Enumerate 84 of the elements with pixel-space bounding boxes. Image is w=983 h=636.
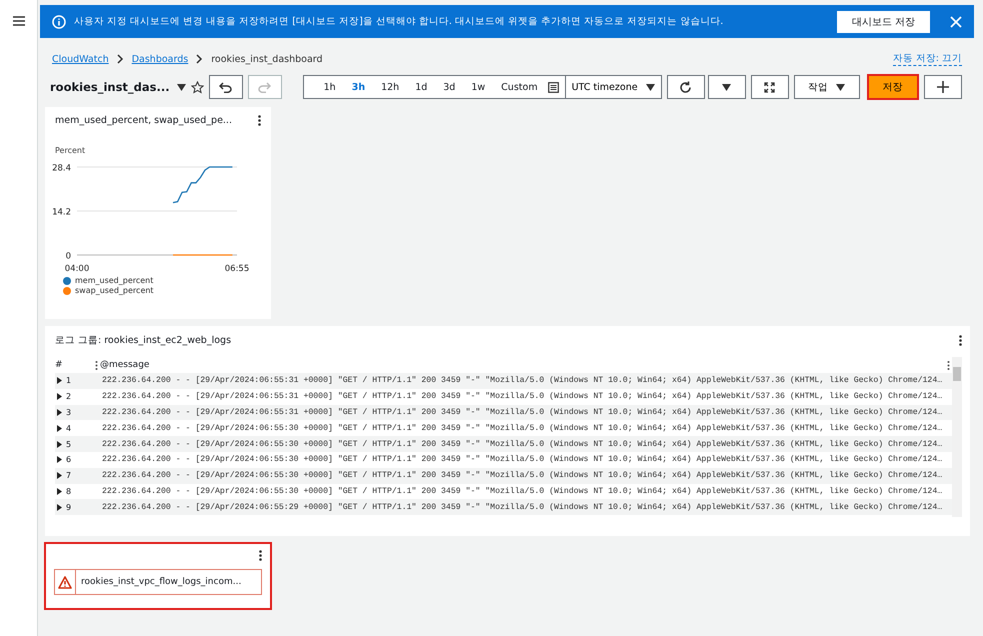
row-number: 8 — [66, 486, 72, 496]
expand-row-icon[interactable] — [57, 472, 63, 480]
refresh-options-button[interactable] — [708, 75, 746, 99]
banner-message: 사용자 지정 대시보드에 변경 내용을 저장하려면 [대시보드 저장]을 선택해야 합니다. 대시보드에 위젯을 추가하면 자동으로 저장되지는 않습니다. — [74, 15, 724, 28]
fullscreen-button[interactable] — [750, 75, 789, 99]
column-handle-icon[interactable] — [95, 360, 98, 370]
info-icon — [52, 14, 66, 28]
caret-icon — [722, 84, 732, 90]
more-icon[interactable] — [959, 335, 962, 346]
save-dashboard-button[interactable]: 대시보드 저장 — [836, 10, 930, 32]
column-header: @message — [100, 360, 150, 370]
autosave-toggle[interactable]: 자동 저장: 끄기 — [892, 52, 962, 66]
expand-row-icon[interactable] — [57, 488, 63, 495]
chevron-icon — [116, 54, 124, 64]
breadcrumb-current: rookies_inst_dashboard — [211, 54, 323, 64]
expand-row-icon[interactable] — [57, 408, 63, 416]
time-range-option[interactable]: 1d — [407, 82, 436, 92]
caret-icon[interactable] — [176, 84, 186, 90]
time-range-option[interactable]: Custom — [493, 82, 546, 92]
y-tick-label: 0 — [66, 252, 71, 262]
caret-icon — [646, 84, 655, 90]
log-message: 222.236.64.200 - - [29/Apr/2024:06:55:30 +0000] "GET / HTTP/1.1" 200 3459 "-" "Mozilla/5.0 (Windows NT 10.0; Win64; x64) AppleWebKit/537.36 (KHTML, like Gecko) Chrome/124… — [102, 424, 942, 433]
error-message: rookies_inst_vpc_flow_logs_incom... — [80, 576, 242, 589]
log-message: 222.236.64.200 - - [29/Apr/2024:06:55:30 +0000] "GET / HTTP/1.1" 200 3459 "-" "Mozilla/5.0 (Windows NT 10.0; Win64; x64) AppleWebKit/537.36 (KHTML, like Gecko) Chrome/124… — [102, 471, 942, 480]
refresh-button[interactable] — [666, 75, 705, 99]
dashboard-title: rookies_inst_das... — [50, 80, 170, 94]
row-number: 6 — [66, 455, 72, 464]
time-range-option[interactable]: 1w — [463, 82, 494, 92]
menu-icon[interactable] — [12, 16, 24, 26]
legend-label: mem_used_percent — [75, 276, 154, 285]
chevron-icon — [196, 54, 204, 64]
row-number: 3 — [66, 408, 72, 417]
star-icon[interactable] — [190, 80, 204, 94]
log-message: 222.236.64.200 - - [29/Apr/2024:06:55:31 +0000] "GET / HTTP/1.1" 200 3459 "-" "Mozilla/5.0 (Windows NT 10.0; Win64; x64) AppleWebKit/537.36 (KHTML, like Gecko) Chrome/124… — [102, 392, 942, 402]
warning-icon — [58, 576, 72, 588]
time-range-option[interactable]: 3d — [435, 82, 464, 92]
row-number: 9 — [66, 502, 72, 512]
calendar-icon[interactable] — [548, 82, 559, 92]
y-tick-label: 14.2 — [52, 208, 71, 218]
column-header: # — [55, 360, 64, 370]
expand-row-icon[interactable] — [57, 504, 63, 511]
breadcrumb-link[interactable]: CloudWatch — [52, 54, 109, 64]
axis-label: Percent — [55, 146, 86, 155]
row-number: 5 — [66, 440, 72, 449]
y-tick-label: 28.4 — [52, 164, 71, 174]
plus-icon — [936, 81, 949, 93]
expand-row-icon[interactable] — [57, 393, 63, 400]
time-range-option[interactable]: 1h — [316, 82, 344, 92]
caret-icon — [836, 84, 846, 90]
expand-row-icon[interactable] — [57, 377, 63, 384]
expand-row-icon[interactable] — [57, 456, 63, 464]
log-message: 222.236.64.200 - - [29/Apr/2024:06:55:30 +0000] "GET / HTTP/1.1" 200 3459 "-" "Mozilla/5.0 (Windows NT 10.0; Win64; x64) AppleWebKit/537.36 (KHTML, like Gecko) Chrome/124… — [102, 486, 942, 496]
expand-row-icon[interactable] — [57, 440, 63, 448]
refresh-icon — [679, 80, 692, 94]
scrollbar[interactable] — [952, 357, 962, 517]
row-number: 1 — [66, 376, 72, 386]
log-message: 222.236.64.200 - - [29/Apr/2024:06:55:30 +0000] "GET / HTTP/1.1" 200 3459 "-" "Mozilla/5.0 (Windows NT 10.0; Win64; x64) AppleWebKit/537.36 (KHTML, like Gecko) Chrome/124… — [102, 440, 942, 449]
log-message: 222.236.64.200 - - [29/Apr/2024:06:55:31 +0000] "GET / HTTP/1.1" 200 3459 "-" "Mozilla/5.0 (Windows NT 10.0; Win64; x64) AppleWebKit/537.36 (KHTML, like Gecko) Chrome/124… — [102, 376, 942, 386]
breadcrumb-link[interactable]: Dashboards — [132, 54, 188, 64]
row-number: 7 — [66, 471, 72, 480]
more-icon[interactable] — [947, 360, 950, 370]
undo-icon — [219, 82, 232, 92]
add-widget-button[interactable] — [924, 75, 962, 99]
close-icon[interactable] — [950, 16, 962, 28]
row-number: 2 — [66, 392, 72, 402]
x-tick-label: 04:00 — [64, 264, 90, 274]
widget-title: 로그 그룹: rookies_inst_ec2_web_logs — [55, 334, 232, 347]
row-number: 4 — [66, 424, 72, 433]
undo-button[interactable] — [208, 75, 243, 99]
log-message: 222.236.64.200 - - [29/Apr/2024:06:55:30 +0000] "GET / HTTP/1.1" 200 3459 "-" "Mozilla/5.0 (Windows NT 10.0; Win64; x64) AppleWebKit/537.36 (KHTML, like Gecko) Chrome/124… — [102, 455, 942, 464]
redo-icon — [258, 82, 272, 92]
x-tick-label: 06:55 — [224, 264, 250, 274]
legend-label: swap_used_percent — [75, 286, 154, 295]
more-icon[interactable] — [258, 115, 261, 126]
log-message: 222.236.64.200 - - [29/Apr/2024:06:55:31 +0000] "GET / HTTP/1.1" 200 3459 "-" "Mozilla/5.0 (Windows NT 10.0; Win64; x64) AppleWebKit/537.36 (KHTML, like Gecko) Chrome/124… — [102, 408, 942, 417]
expand-icon — [764, 82, 776, 92]
widget-title: mem_used_percent, swap_used_pe... — [55, 115, 232, 126]
more-icon[interactable] — [259, 550, 262, 561]
time-range-option[interactable]: 3h — [344, 82, 374, 92]
save-button[interactable]: 저장 — [866, 74, 919, 100]
expand-row-icon[interactable] — [57, 424, 63, 432]
log-message: 222.236.64.200 - - [29/Apr/2024:06:55:29 +0000] "GET / HTTP/1.1" 200 3459 "-" "Mozilla/5.0 (Windows NT 10.0; Win64; x64) AppleWebKit/537.36 (KHTML, like Gecko) Chrome/124… — [102, 502, 942, 512]
time-range-option[interactable]: 12h — [373, 82, 408, 92]
actions-dropdown[interactable]: 작업 — [794, 75, 860, 99]
